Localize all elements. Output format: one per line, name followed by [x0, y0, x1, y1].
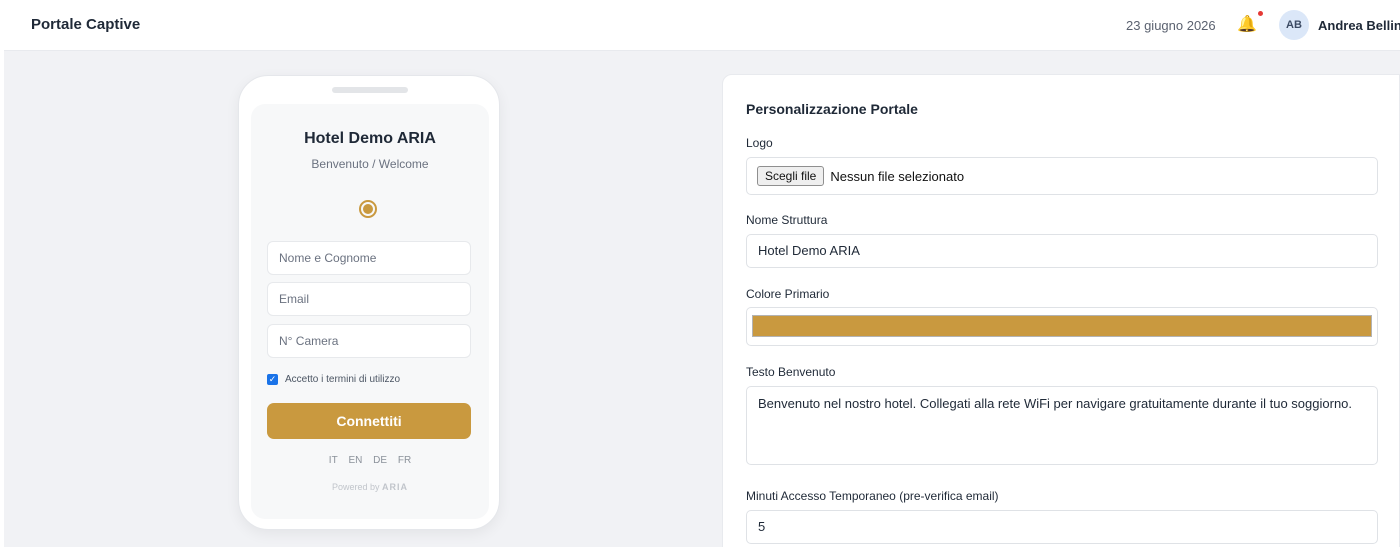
lang-fr[interactable]: FR [398, 455, 411, 466]
settings-title: Personalizzazione Portale [746, 101, 918, 117]
color-swatch[interactable] [752, 315, 1372, 337]
primary-color-input[interactable] [746, 307, 1378, 346]
settings-card: Personalizzazione Portale Logo Scegli fi… [722, 74, 1400, 547]
lang-de[interactable]: DE [373, 455, 387, 466]
welcome-label: Testo Benvenuto [746, 365, 836, 379]
choose-file-button[interactable]: Scegli file [757, 166, 825, 186]
left-edge [0, 0, 4, 547]
preview-hotel-name: Hotel Demo ARIA [304, 130, 436, 147]
page-title: Portale Captive [31, 16, 141, 33]
connect-button[interactable]: Connettiti [267, 403, 471, 439]
file-status: Nessun file selezionato [830, 168, 965, 184]
user-name[interactable]: Andrea Bellini [1318, 18, 1400, 33]
check-icon[interactable]: ✓ [267, 374, 278, 385]
name-label: Nome Struttura [746, 213, 828, 227]
powered-brand: ARIA [382, 482, 409, 492]
powered-by: Powered by ARIA [251, 482, 489, 492]
phone-notch [332, 87, 408, 93]
logo-label: Logo [746, 136, 773, 150]
phone-screen: Hotel Demo ARIA Benvenuto / Welcome Nome… [251, 104, 489, 519]
preview-room-input[interactable]: N° Camera [267, 324, 471, 358]
structure-name-input[interactable]: Hotel Demo ARIA [746, 234, 1378, 268]
current-date: 23 giugno 2026 [1126, 18, 1216, 33]
terms-checkbox-row[interactable]: ✓ Accetto i termini di utilizzo [267, 374, 400, 385]
powered-prefix: Powered by [331, 482, 380, 492]
preview-welcome-text: Benvenuto / Welcome [311, 157, 429, 171]
language-switcher: IT EN DE FR [251, 455, 489, 466]
welcome-textarea[interactable]: Benvenuto nel nostro hotel. Collegati al… [746, 386, 1378, 465]
bell-icon[interactable]: 🔔 [1237, 15, 1257, 35]
minutes-input[interactable]: 5 [746, 510, 1378, 544]
preview-name-input[interactable]: Nome e Cognome [267, 241, 471, 275]
notification-dot [1258, 11, 1263, 16]
lang-it[interactable]: IT [329, 455, 338, 466]
terms-label: Accetto i termini di utilizzo [285, 374, 401, 385]
minutes-label: Minuti Accesso Temporaneo (pre-verifica … [746, 489, 999, 503]
lang-en[interactable]: EN [348, 455, 362, 466]
top-bar: Portale Captive 23 giugno 2026 🔔 AB Andr… [4, 0, 1400, 51]
logo-file-input[interactable]: Scegli file Nessun file selezionato [746, 157, 1378, 195]
avatar[interactable]: AB [1279, 10, 1309, 40]
phone-preview: Hotel Demo ARIA Benvenuto / Welcome Nome… [238, 75, 500, 530]
color-label: Colore Primario [746, 287, 830, 301]
preview-email-input[interactable]: Email [267, 282, 471, 316]
logo-placeholder-icon [359, 200, 377, 218]
